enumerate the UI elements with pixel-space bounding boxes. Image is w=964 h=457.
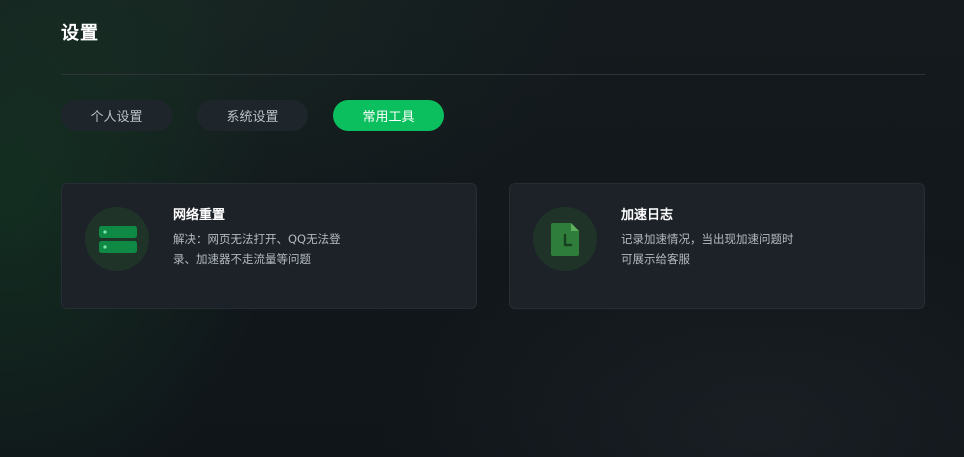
page-title: 设置 — [61, 23, 99, 44]
settings-tabs: 个人设置 系统设置 常用工具 — [61, 100, 444, 131]
network-reset-title: 网络重置 — [173, 208, 226, 223]
acceleration-log-title: 加速日志 — [621, 208, 674, 223]
network-reset-desc-line-1: 解决：网页无法打开、QQ无法登 — [173, 232, 341, 246]
network-reset-icon-bg — [85, 207, 149, 271]
acceleration-log-card[interactable]: 加速日志 记录加速情况，当出现加速问题时 可展示给客服 — [509, 183, 925, 309]
title-divider — [61, 74, 925, 75]
acceleration-log-desc-line-1: 记录加速情况，当出现加速问题时 — [621, 232, 794, 246]
network-reset-card[interactable]: 网络重置 解决：网页无法打开、QQ无法登 录、加速器不走流量等问题 — [61, 183, 477, 309]
network-reset-desc-line-2: 录、加速器不走流量等问题 — [173, 252, 311, 266]
tab-common-tools[interactable]: 常用工具 — [333, 100, 444, 131]
log-file-icon — [551, 223, 579, 256]
acceleration-log-icon-bg — [533, 207, 597, 271]
network-reset-desc: 解决：网页无法打开、QQ无法登 录、加速器不走流量等问题 — [173, 229, 373, 269]
server-icon — [99, 226, 137, 253]
tab-personal-settings[interactable]: 个人设置 — [61, 100, 172, 131]
acceleration-log-desc: 记录加速情况，当出现加速问题时 可展示给客服 — [621, 229, 821, 269]
acceleration-log-desc-line-2: 可展示给客服 — [621, 252, 690, 266]
tab-system-settings[interactable]: 系统设置 — [197, 100, 308, 131]
